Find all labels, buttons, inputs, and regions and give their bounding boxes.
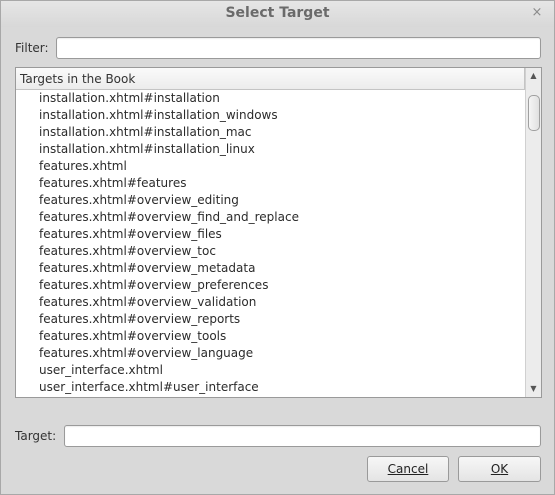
list-item[interactable]: features.xhtml#features (16, 175, 525, 192)
targets-column-header[interactable]: Targets in the Book (16, 68, 525, 90)
list-item[interactable]: features.xhtml#overview_find_and_replace (16, 209, 525, 226)
ok-label: K (500, 462, 509, 476)
list-item[interactable]: features.xhtml#overview_language (16, 345, 525, 362)
scroll-down-icon[interactable]: ▼ (526, 382, 541, 396)
scroll-up-icon[interactable]: ▲ (526, 69, 541, 83)
list-item[interactable]: features.xhtml#overview_metadata (16, 260, 525, 277)
cancel-label: ancel (396, 462, 429, 476)
list-item[interactable]: user_interface.xhtml (16, 362, 525, 379)
list-item[interactable]: installation.xhtml#installation (16, 90, 525, 107)
list-item[interactable]: installation.xhtml#installation_mac (16, 124, 525, 141)
list-item[interactable]: features.xhtml#overview_reports (16, 311, 525, 328)
list-item[interactable]: features.xhtml (16, 158, 525, 175)
scroll-thumb[interactable] (528, 95, 540, 131)
list-item[interactable]: features.xhtml#overview_tools (16, 328, 525, 345)
ok-button[interactable]: OK (458, 456, 541, 482)
targets-list-body: installation.xhtml#installation installat… (16, 90, 525, 397)
cancel-mnemonic: C (387, 462, 397, 476)
vertical-scrollbar[interactable]: ▲ ▼ (525, 68, 541, 397)
close-icon[interactable]: × (530, 6, 544, 20)
cancel-button[interactable]: Cancel (367, 456, 449, 482)
target-input[interactable] (64, 425, 541, 447)
list-item[interactable]: features.xhtml#overview_validation (16, 294, 525, 311)
targets-list[interactable]: Targets in the Book installation.xhtml#i… (15, 67, 542, 398)
list-item[interactable]: installation.xhtml#installation_windows (16, 107, 525, 124)
list-item[interactable]: features.xhtml#overview_preferences (16, 277, 525, 294)
list-item[interactable]: features.xhtml#overview_toc (16, 243, 525, 260)
select-target-dialog: Select Target × Filter: Targets in the B… (0, 0, 555, 495)
ok-mnemonic: O (490, 462, 501, 476)
list-item[interactable]: features.xhtml#overview_files (16, 226, 525, 243)
target-label: Target: (15, 429, 57, 443)
dialog-title: Select Target (225, 5, 330, 21)
list-item[interactable]: features.xhtml#overview_editing (16, 192, 525, 209)
filter-label: Filter: (15, 41, 49, 55)
filter-input[interactable] (56, 37, 541, 59)
title-bar[interactable]: Select Target × (1, 1, 554, 27)
list-item[interactable]: installation.xhtml#installation_linux (16, 141, 525, 158)
list-item[interactable]: user_interface.xhtml#user_interface (16, 379, 525, 396)
